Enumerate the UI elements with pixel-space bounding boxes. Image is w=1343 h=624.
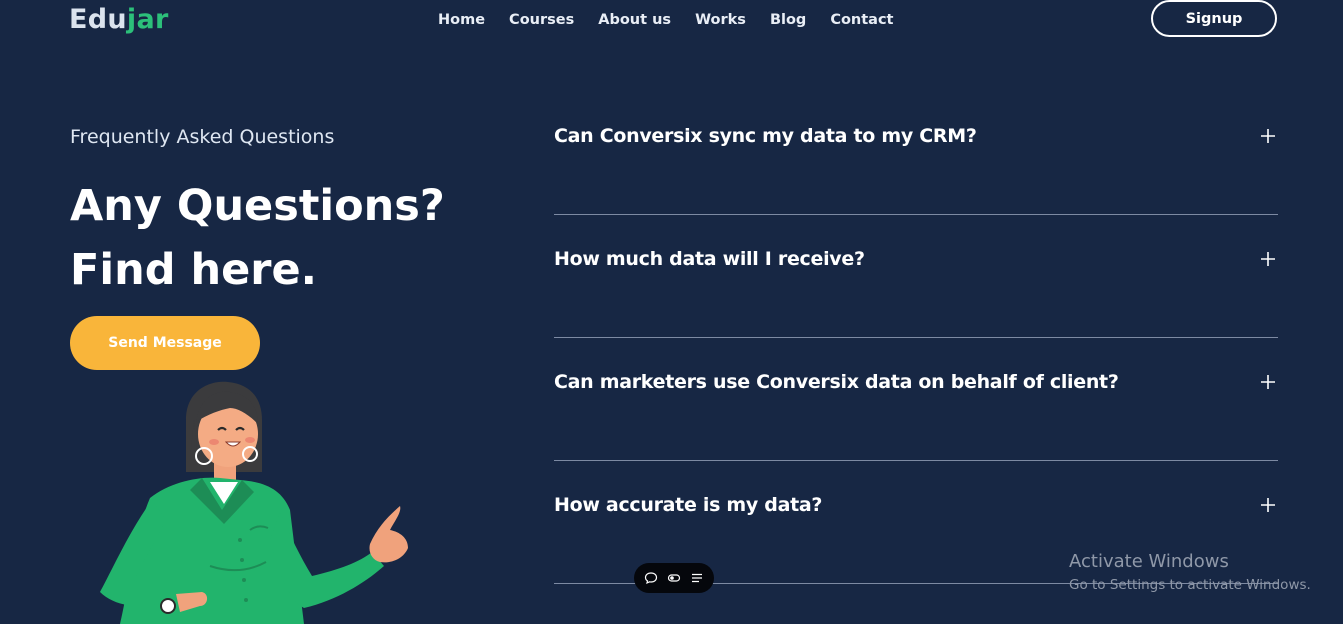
activation-watermark-title: Activate Windows: [1069, 551, 1229, 572]
signup-button[interactable]: Signup: [1151, 0, 1277, 37]
nav-courses[interactable]: Courses: [509, 10, 574, 30]
logo-part-2: jar: [126, 4, 169, 35]
activation-watermark-subtitle: Go to Settings to activate Windows.: [1069, 577, 1311, 593]
faq-question[interactable]: Can Conversix sync my data to my CRM?: [554, 125, 977, 147]
logo[interactable]: Edujar: [69, 4, 169, 35]
plus-icon[interactable]: [1260, 251, 1276, 267]
menu-icon[interactable]: [689, 570, 705, 586]
nav-about-us[interactable]: About us: [598, 10, 671, 30]
floating-toolbar: [634, 563, 714, 593]
faq-question[interactable]: How accurate is my data?: [554, 494, 822, 516]
toggle-icon[interactable]: [666, 570, 682, 586]
woman-pointing-illustration: [100, 381, 408, 624]
faq-item[interactable]: Can marketers use Conversix data on beha…: [554, 338, 1278, 461]
nav-works[interactable]: Works: [695, 10, 746, 30]
faq-question[interactable]: How much data will I receive?: [554, 248, 865, 270]
nav-blog[interactable]: Blog: [770, 10, 806, 30]
nav-home[interactable]: Home: [438, 10, 485, 30]
send-message-button[interactable]: Send Message: [70, 316, 260, 370]
faq-item[interactable]: How much data will I receive?: [554, 215, 1278, 338]
headline-line-1: Any Questions?: [70, 181, 445, 231]
main-nav: Home Courses About us Works Blog Contact: [438, 10, 917, 30]
page: Edujar Home Courses About us Works Blog …: [0, 0, 1343, 624]
chat-icon[interactable]: [643, 570, 659, 586]
headline-line-2: Find here.: [70, 245, 317, 295]
faq-list: Can Conversix sync my data to my CRM? Ho…: [554, 92, 1278, 584]
plus-icon[interactable]: [1260, 128, 1276, 144]
faq-item[interactable]: Can Conversix sync my data to my CRM?: [554, 92, 1278, 215]
section-headline: Any Questions? Find here.: [70, 174, 445, 302]
faq-question[interactable]: Can marketers use Conversix data on beha…: [554, 371, 1119, 393]
section-eyebrow: Frequently Asked Questions: [70, 126, 335, 148]
logo-part-1: Edu: [69, 4, 127, 35]
nav-contact[interactable]: Contact: [830, 10, 893, 30]
plus-icon[interactable]: [1260, 374, 1276, 390]
plus-icon[interactable]: [1260, 497, 1276, 513]
